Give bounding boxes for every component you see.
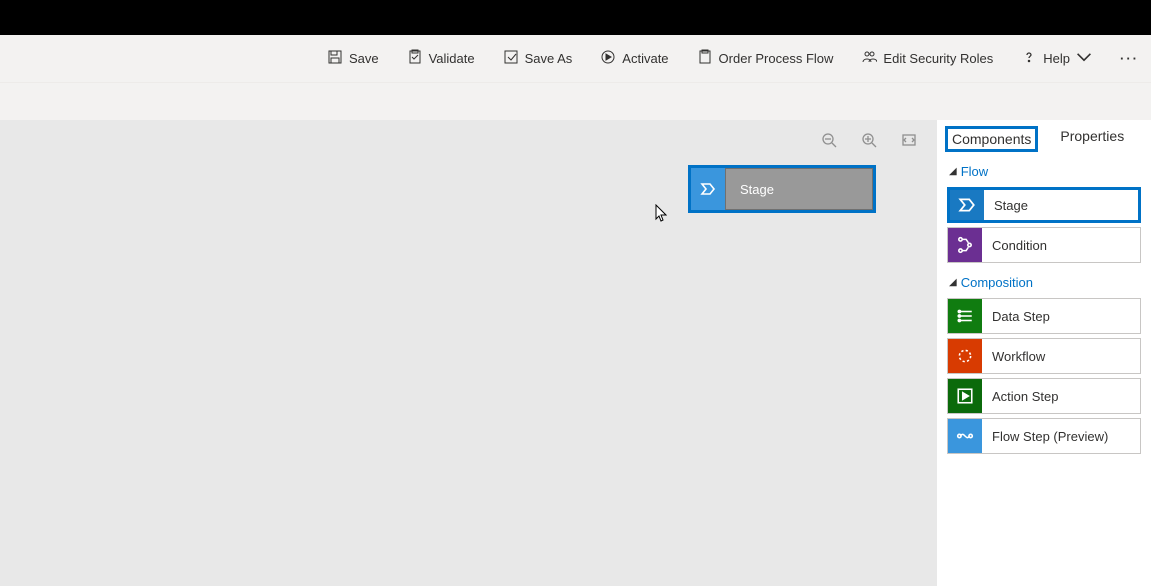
tab-properties[interactable]: Properties	[1056, 126, 1128, 152]
validate-label: Validate	[429, 51, 475, 66]
save-as-button[interactable]: Save As	[503, 49, 573, 68]
palette-item-data-step-label: Data Step	[982, 309, 1140, 324]
zoom-in-icon[interactable]	[861, 132, 877, 153]
palette-item-flow-step-icon	[948, 419, 982, 453]
help-icon	[1021, 49, 1037, 68]
palette-item-stage-label: Stage	[984, 198, 1138, 213]
activate-button[interactable]: Activate	[600, 49, 668, 68]
palette-item-data-step[interactable]: Data Step	[947, 298, 1141, 334]
toolbar: Save Validate Save As Activate Order Pro…	[0, 35, 1151, 83]
section-header-flow[interactable]: ◢ Flow	[937, 156, 1151, 183]
roles-label: Edit Security Roles	[883, 51, 993, 66]
section-composition-label: Composition	[961, 275, 1033, 290]
validate-button[interactable]: Validate	[407, 49, 475, 68]
caret-down-icon: ◢	[949, 277, 957, 288]
panel-tabs: Components Properties	[937, 120, 1151, 156]
more-icon: ···	[1120, 51, 1139, 66]
process-button[interactable]: Order Process Flow	[697, 49, 834, 68]
overflow-button[interactable]: ···	[1120, 51, 1139, 66]
window-titlebar	[0, 0, 1151, 35]
edit-roles-button[interactable]: Edit Security Roles	[861, 49, 993, 68]
palette-item-flow-step[interactable]: Flow Step (Preview)	[947, 418, 1141, 454]
palette-item-condition-icon	[948, 228, 982, 262]
palette-item-workflow[interactable]: Workflow	[947, 338, 1141, 374]
palette-item-action-step-icon	[948, 379, 982, 413]
palette-item-action-step[interactable]: Action Step	[947, 378, 1141, 414]
mouse-cursor	[655, 204, 667, 222]
save-icon	[327, 49, 343, 68]
palette-item-stage[interactable]: Stage	[947, 187, 1141, 223]
right-panel: Components Properties ◢ Flow Stage Condit…	[937, 120, 1151, 586]
toolbar-sub	[0, 83, 1151, 120]
section-flow-label: Flow	[961, 164, 988, 179]
palette-item-condition[interactable]: Condition	[947, 227, 1141, 263]
save-button[interactable]: Save	[327, 49, 379, 68]
save-label: Save	[349, 51, 379, 66]
palette-item-flow-step-label: Flow Step (Preview)	[982, 429, 1140, 444]
caret-down-icon: ◢	[949, 166, 957, 177]
process-label: Order Process Flow	[719, 51, 834, 66]
help-label: Help	[1043, 51, 1070, 66]
tab-components[interactable]: Components	[945, 126, 1038, 152]
help-button[interactable]: Help	[1021, 49, 1092, 68]
dragged-stage-chip[interactable]: Stage	[688, 165, 876, 213]
canvas-controls	[821, 132, 917, 153]
fit-icon[interactable]	[901, 132, 917, 153]
zoom-out-icon[interactable]	[821, 132, 837, 153]
activate-icon	[600, 49, 616, 68]
palette-item-workflow-label: Workflow	[982, 349, 1140, 364]
palette-item-action-step-label: Action Step	[982, 389, 1140, 404]
validate-icon	[407, 49, 423, 68]
palette-item-workflow-icon	[948, 339, 982, 373]
process-icon	[697, 49, 713, 68]
roles-icon	[861, 49, 877, 68]
save-as-label: Save As	[525, 51, 573, 66]
stage-icon	[691, 168, 725, 210]
dragged-stage-label: Stage	[725, 168, 873, 210]
save-as-icon	[503, 49, 519, 68]
palette-item-condition-label: Condition	[982, 238, 1140, 253]
chevron-down-icon	[1076, 49, 1092, 68]
palette-item-stage-icon	[950, 190, 984, 220]
activate-label: Activate	[622, 51, 668, 66]
palette-item-data-step-icon	[948, 299, 982, 333]
section-header-composition[interactable]: ◢ Composition	[937, 267, 1151, 294]
